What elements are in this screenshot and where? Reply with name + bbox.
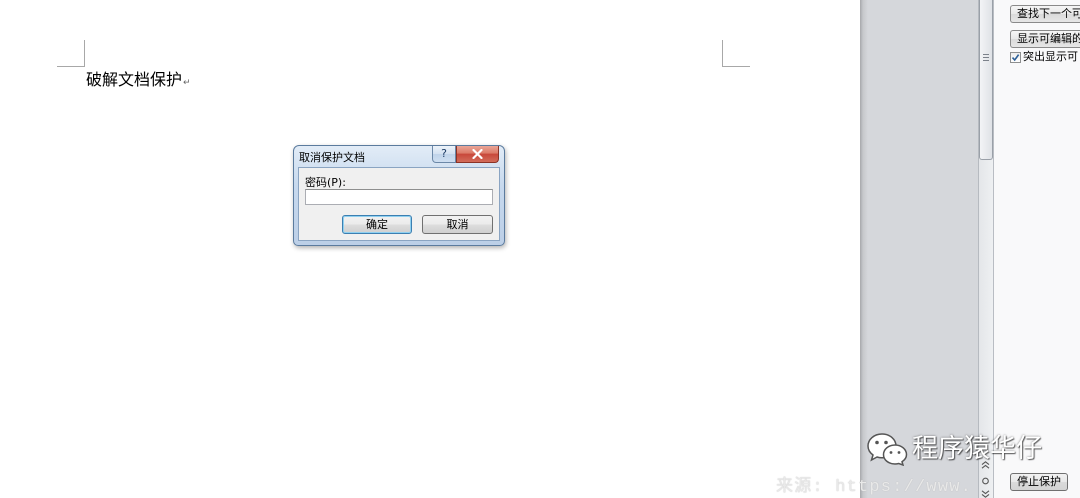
watermark-text: 程序猿华仔 [912,434,1043,464]
next-page-icon[interactable] [981,490,990,498]
document-page[interactable]: 破解文档保护↵ [0,0,860,498]
stop-protection-button[interactable]: 停止保护 [1010,473,1068,491]
crop-mark-top-right-vertical [722,40,723,67]
ok-button[interactable]: 确定 [342,215,412,234]
password-label: 密码(P): [305,176,346,189]
dialog-body: 密码(P): 确定 取消 [298,167,500,241]
help-icon: ? [441,147,447,160]
dialog-title: 取消保护文档 [299,151,365,164]
restrict-editing-pane: 查找下一个可 显示可编辑的 突出显示可 停止保护 [993,0,1080,498]
close-button[interactable] [456,146,499,163]
help-button[interactable]: ? [432,146,456,163]
scrollbar-thumb[interactable] [979,0,993,160]
workspace-background [860,0,978,498]
wechat-icon [867,433,908,466]
document-paragraph[interactable]: 破解文档保护↵ [86,70,191,93]
grip-icon [983,54,989,61]
find-next-label: 查找下一个可 [1017,7,1080,20]
checkmark-icon [1011,54,1020,62]
document-text: 破解文档保护 [86,70,183,89]
highlight-regions-label[interactable]: 突出显示可 [1023,50,1080,64]
show-all-editable-regions-button[interactable]: 显示可编辑的 [1010,30,1080,48]
crop-mark-top-right-horizontal [722,66,750,67]
crop-mark-top-left-horizontal [57,66,85,67]
crop-mark-top-left-vertical [84,40,85,67]
cancel-button[interactable]: 取消 [422,215,493,234]
password-field[interactable] [305,189,493,205]
show-all-label: 显示可编辑的 [1017,32,1080,45]
vertical-scrollbar[interactable] [978,0,993,498]
highlight-regions-checkbox[interactable] [1010,52,1021,63]
watermark: 程序猿华仔 [866,432,1048,466]
close-icon [472,149,483,159]
source-watermark: 来源: https://www. [776,478,973,497]
select-browse-object-icon[interactable] [981,477,990,485]
paragraph-mark-icon: ↵ [183,78,191,88]
find-next-editable-region-button[interactable]: 查找下一个可 [1010,5,1080,23]
unprotect-document-dialog: 取消保护文档 ? 密码(P): 确定 取消 [293,145,505,246]
